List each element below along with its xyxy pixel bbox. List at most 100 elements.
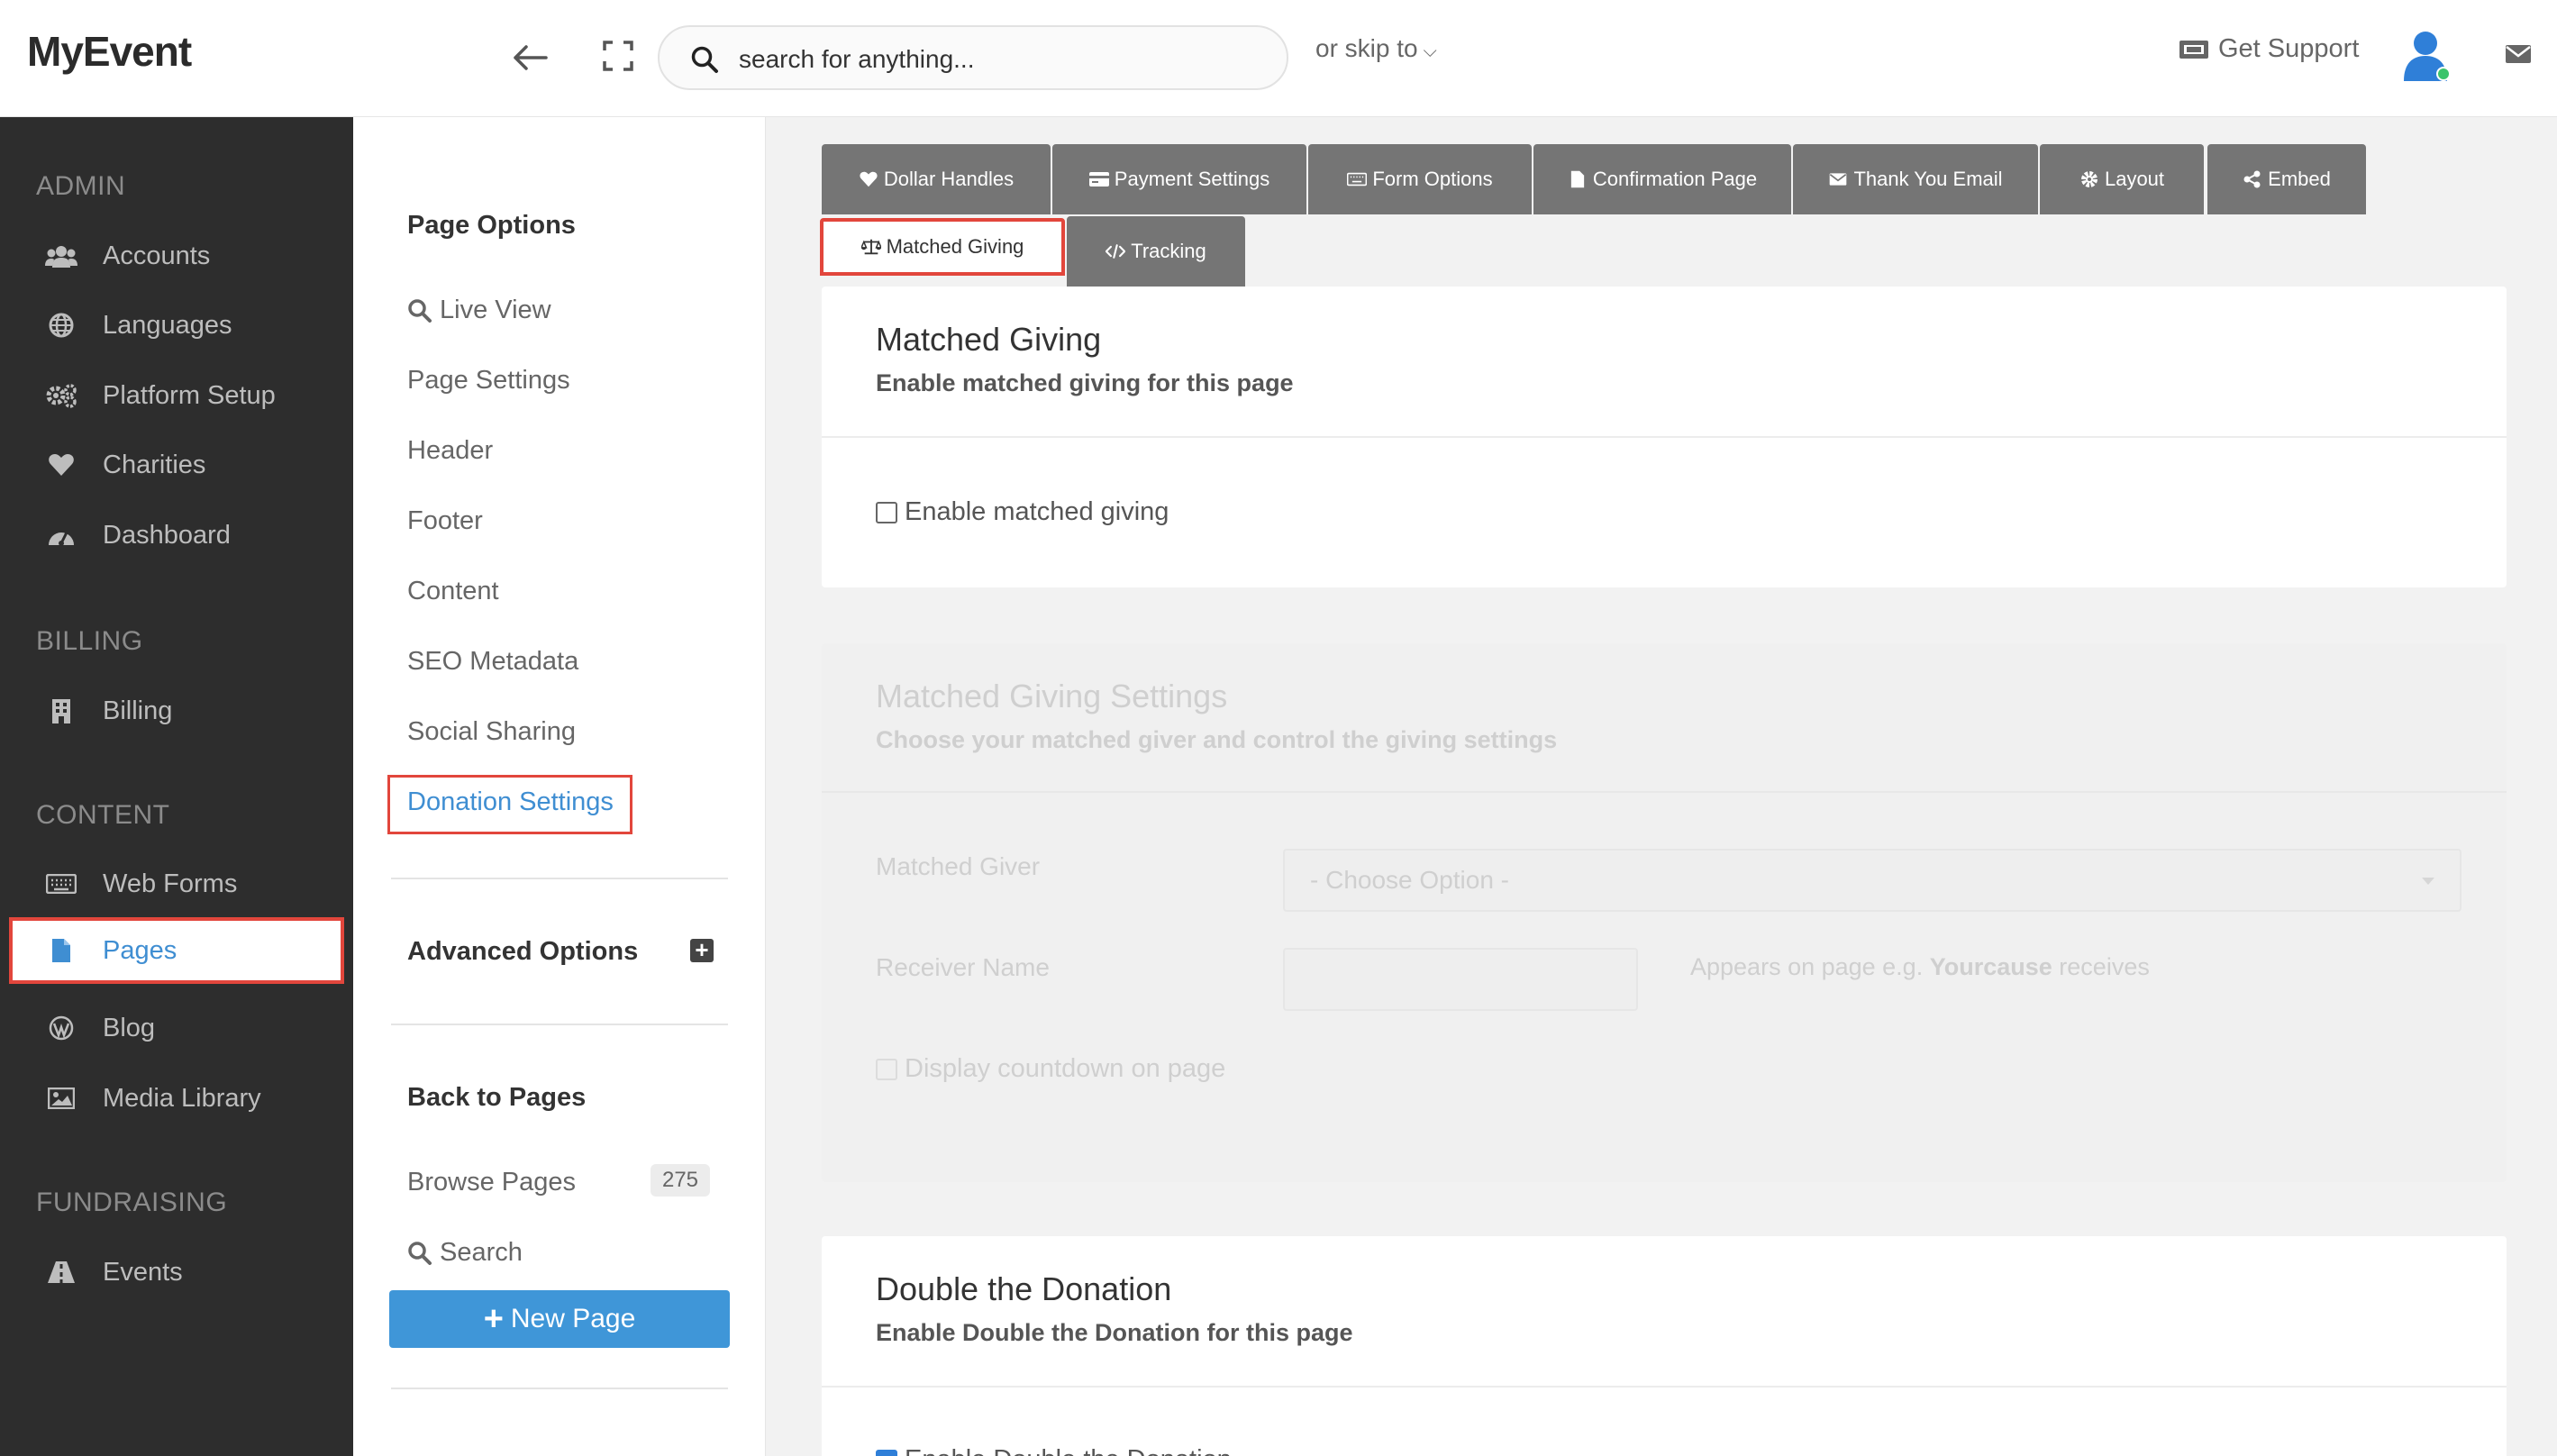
search-pages-link[interactable]: Search: [407, 1238, 523, 1268]
sidebar-item-charities[interactable]: Charities: [0, 437, 353, 493]
file-icon: [45, 937, 77, 964]
sidebar-item-label: Accounts: [103, 241, 211, 270]
sidebar-item-languages[interactable]: Languages: [0, 297, 353, 353]
get-support-label: Get Support: [2218, 34, 2360, 63]
sidebar-item-platform-setup[interactable]: Platform Setup: [0, 368, 353, 423]
panel-separator: [822, 436, 2507, 438]
tab-label: Form Options: [1372, 168, 1493, 190]
search-icon: [408, 1241, 432, 1265]
sidebar-item-billing[interactable]: Billing: [0, 683, 353, 739]
header-link[interactable]: Header: [407, 436, 493, 466]
panel-separator: [822, 1386, 2507, 1388]
top-bar: MyEvent or skip to⌵ Get Support: [0, 0, 2557, 117]
seo-metadata-link[interactable]: SEO Metadata: [407, 647, 578, 677]
file-icon: [1568, 170, 1588, 188]
panel-title: Matched Giving Settings: [876, 678, 1228, 714]
back-arrow-icon[interactable]: [510, 38, 550, 77]
receiver-name-input[interactable]: [1283, 948, 1638, 1011]
content-link[interactable]: Content: [407, 577, 499, 606]
heart-icon: [45, 451, 77, 478]
sidebar-item-blog[interactable]: Blog: [0, 1000, 353, 1056]
search-icon: [408, 298, 432, 323]
live-view-link[interactable]: Live View: [407, 296, 551, 325]
tab-thank-you-email[interactable]: Thank You Email: [1793, 144, 2038, 214]
building-icon: [45, 697, 77, 724]
footer-link[interactable]: Footer: [407, 506, 483, 536]
search-icon: [691, 46, 718, 73]
page-options-nav: Page Options Live View Page Settings Hea…: [353, 117, 766, 1456]
tab-label: Tracking: [1131, 240, 1206, 262]
new-page-button[interactable]: + New Page: [389, 1290, 730, 1348]
checkbox-box[interactable]: [876, 501, 897, 523]
checkbox-box[interactable]: [876, 1058, 897, 1080]
donation-settings-link[interactable]: Donation Settings: [407, 787, 614, 817]
help-suffix: receives: [2059, 953, 2150, 980]
matched-giving-settings-panel: Matched Giving Settings Choose your matc…: [822, 643, 2507, 1182]
sidebar-item-label: Billing: [103, 696, 173, 725]
matched-giver-select[interactable]: - Choose Option -: [1283, 849, 2461, 912]
enable-matched-giving-checkbox[interactable]: Enable matched giving: [876, 497, 1169, 527]
select-value: - Choose Option -: [1310, 866, 1509, 894]
dashboard-icon: [45, 522, 77, 549]
envelope-icon: [1828, 170, 1848, 188]
globe-icon: [45, 312, 77, 339]
tab-payment-settings[interactable]: Payment Settings: [1052, 144, 1306, 214]
skip-to-label: or skip to: [1315, 34, 1418, 62]
sidebar-item-label: Web Forms: [103, 869, 238, 898]
heart-icon: [859, 170, 878, 188]
app-logo[interactable]: MyEvent: [27, 27, 192, 76]
sidebar-item-dashboard[interactable]: Dashboard: [0, 507, 353, 563]
sidebar-item-label: Events: [103, 1257, 183, 1287]
sidebar-item-media-library[interactable]: Media Library: [0, 1070, 353, 1126]
tab-matched-giving[interactable]: Matched Giving: [820, 218, 1065, 276]
tab-label: Layout: [2104, 168, 2165, 190]
sidebar-item-pages[interactable]: Pages: [9, 917, 344, 984]
tab-dollar-handles[interactable]: Dollar Handles: [822, 144, 1051, 214]
panel-separator: [822, 791, 2507, 793]
skip-to-dropdown[interactable]: or skip to ⌵: [1315, 34, 1437, 63]
global-search[interactable]: [658, 25, 1288, 90]
ticket-icon: [2179, 40, 2208, 59]
tab-label: Payment Settings: [1114, 168, 1270, 190]
checkbox-label: Display countdown on page: [905, 1054, 1226, 1083]
expand-plus-icon[interactable]: +: [690, 938, 714, 962]
tab-label: Matched Giving: [886, 235, 1024, 258]
search-input[interactable]: [739, 40, 1270, 79]
sidebar-item-events[interactable]: Events: [0, 1244, 353, 1300]
sidebar-item-accounts[interactable]: Accounts: [0, 228, 353, 284]
tab-label: Dollar Handles: [883, 168, 1015, 190]
enable-double-donation-checkbox[interactable]: Enable Double the Donation: [876, 1445, 1232, 1456]
tab-layout[interactable]: Layout: [2040, 144, 2204, 214]
section-content: CONTENT: [36, 800, 170, 830]
browse-pages-link[interactable]: Browse Pages: [407, 1168, 576, 1197]
tab-embed[interactable]: Embed: [2207, 144, 2366, 214]
tab-label: Thank You Email: [1853, 168, 2003, 190]
help-example: Yourcause: [1929, 953, 2052, 980]
receiver-name-help: Appears on page e.g. Yourcause receives: [1690, 953, 2150, 981]
advanced-options-heading[interactable]: Advanced Options: [407, 937, 638, 967]
road-icon: [45, 1259, 77, 1286]
tab-confirmation-page[interactable]: Confirmation Page: [1533, 144, 1791, 214]
image-icon: [45, 1085, 77, 1112]
display-countdown-checkbox[interactable]: Display countdown on page: [876, 1054, 1225, 1084]
help-prefix: Appears on page e.g.: [1690, 953, 1924, 980]
sidebar-item-label: Platform Setup: [103, 380, 276, 410]
fullscreen-icon[interactable]: [602, 40, 634, 72]
sidebar-item-web-forms[interactable]: Web Forms: [0, 856, 353, 912]
mail-icon[interactable]: [2505, 43, 2532, 65]
gear-icon: [2079, 170, 2099, 188]
tab-tracking[interactable]: Tracking: [1067, 216, 1245, 287]
checkbox-box[interactable]: [876, 1449, 897, 1456]
page-settings-link[interactable]: Page Settings: [407, 366, 570, 396]
matched-giver-label: Matched Giver: [876, 852, 1041, 880]
social-sharing-link[interactable]: Social Sharing: [407, 717, 576, 747]
divider: [391, 1388, 728, 1389]
tab-form-options[interactable]: Form Options: [1308, 144, 1532, 214]
section-billing: BILLING: [36, 626, 143, 656]
divider: [391, 878, 728, 879]
user-avatar-icon[interactable]: [2400, 27, 2454, 83]
panel-subtitle: Enable matched giving for this page: [876, 369, 1294, 396]
get-support-link[interactable]: Get Support: [2179, 34, 2359, 64]
credit-card-icon: [1088, 170, 1109, 188]
live-view-label: Live View: [440, 296, 551, 324]
